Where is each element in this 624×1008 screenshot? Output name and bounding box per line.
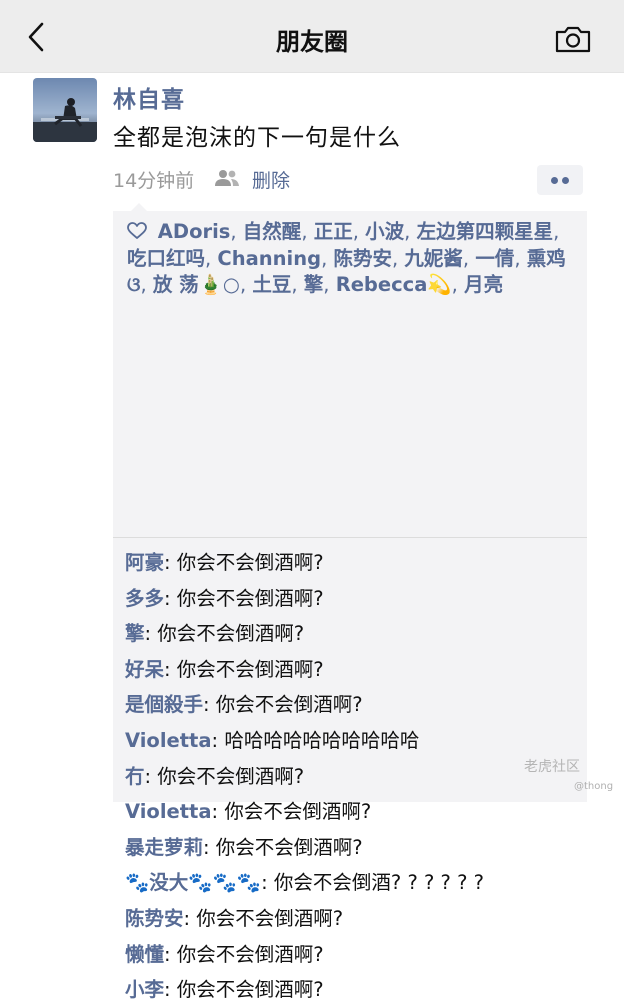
- like-user-name[interactable]: 正正: [314, 220, 353, 243]
- comment-item[interactable]: 🐾没大🐾🐾🐾: 你会不会倒酒? ? ? ? ? ?: [125, 865, 581, 901]
- comment-author[interactable]: 多多: [125, 587, 164, 610]
- comment-item[interactable]: 是個殺手: 你会不会倒酒啊?: [125, 687, 581, 723]
- comment-text: : 你会不会倒酒啊?: [144, 764, 305, 788]
- like-user-name[interactable]: 土豆: [252, 273, 291, 296]
- comment-author[interactable]: 懒懂: [125, 943, 164, 966]
- comment-item[interactable]: 冇: 你会不会倒酒啊?: [125, 759, 581, 795]
- like-separator: ,: [352, 220, 366, 243]
- comment-text: : 你会不会倒酒啊?: [183, 906, 344, 930]
- comment-text: : 你会不会倒酒啊?: [211, 800, 372, 824]
- like-user-name[interactable]: 放 荡🎍○: [153, 273, 240, 296]
- post-timestamp: 14分钟前: [113, 170, 195, 192]
- watermark-brand: 老虎社区: [524, 759, 580, 775]
- like-separator: ,: [301, 220, 314, 243]
- avatar[interactable]: [33, 78, 97, 142]
- like-separator: ,: [323, 273, 336, 296]
- comment-item[interactable]: Violetta: 哈哈哈哈哈哈哈哈哈哈: [125, 723, 581, 759]
- comment-text: : 你会不会倒酒啊?: [144, 622, 305, 646]
- more-dots-icon: [562, 177, 569, 184]
- comment-text: : 你会不会倒酒? ? ? ? ? ?: [261, 871, 484, 895]
- like-user-name[interactable]: 陈势安: [333, 247, 392, 270]
- more-actions-button[interactable]: [537, 165, 583, 195]
- comment-text: : 你会不会倒酒啊?: [203, 693, 363, 717]
- like-separator: ,: [553, 220, 560, 243]
- watermark-handle: @thong: [574, 781, 614, 792]
- page-title: 朋友圈: [276, 28, 348, 56]
- like-user-name[interactable]: 一倩: [475, 247, 514, 270]
- comment-text: : 你会不会倒酒啊?: [203, 835, 363, 859]
- post-text: 全都是泡沫的下一句是什么: [113, 125, 401, 151]
- comment-text: : 你会不会倒酒啊?: [164, 978, 324, 1002]
- comment-author[interactable]: Violetta: [125, 800, 212, 823]
- like-user-name[interactable]: 月亮: [464, 273, 503, 296]
- comment-text: : 你会不会倒酒啊?: [164, 657, 324, 681]
- comment-item[interactable]: 陈势安: 你会不会倒酒啊?: [125, 901, 581, 937]
- camera-icon: [555, 26, 591, 53]
- comment-item[interactable]: 小李: 你会不会倒酒啊?: [125, 972, 581, 1008]
- comment-author[interactable]: 🐾没大🐾🐾🐾: [125, 871, 261, 894]
- comment-item[interactable]: 多多: 你会不会倒酒啊?: [125, 581, 581, 617]
- comment-author[interactable]: 暴走萝莉: [125, 836, 203, 859]
- like-separator: ,: [451, 273, 465, 296]
- top-nav-bar: 朋友圈: [0, 0, 624, 73]
- comment-item[interactable]: 擎: 你会不会倒酒啊?: [125, 616, 581, 652]
- like-separator: ,: [205, 246, 218, 270]
- like-user-name[interactable]: 擎: [304, 273, 324, 296]
- post-author-name[interactable]: 林自喜: [113, 80, 185, 114]
- like-separator: ,: [321, 246, 334, 270]
- likes-divider: [113, 537, 587, 538]
- likes-list: ADoris, 自然醒, 正正, 小波, 左边第四颗星星, 吃口红吗, Chan…: [127, 219, 579, 299]
- like-separator: ,: [140, 273, 153, 296]
- avatar-photo: [33, 78, 97, 142]
- comment-author[interactable]: 阿豪: [125, 551, 164, 574]
- like-separator: ,: [514, 246, 527, 270]
- comment-author[interactable]: Violetta: [125, 729, 212, 752]
- like-separator: ,: [404, 220, 417, 243]
- comment-author[interactable]: 陈势安: [125, 907, 184, 930]
- like-separator: ,: [392, 246, 405, 270]
- comment-item[interactable]: 暴走萝莉: 你会不会倒酒啊?: [125, 830, 581, 866]
- like-user-name[interactable]: 自然醒: [243, 220, 302, 243]
- like-user-name[interactable]: Channing: [217, 247, 321, 270]
- comment-item[interactable]: Violetta: 你会不会倒酒啊?: [125, 794, 581, 830]
- like-separator: ,: [291, 273, 304, 296]
- like-user-name[interactable]: 吃口红吗: [127, 247, 205, 270]
- likes-comments-panel: ADoris, 自然醒, 正正, 小波, 左边第四颗星星, 吃口红吗, Chan…: [113, 203, 587, 1001]
- like-separator: ,: [462, 246, 476, 270]
- comments-list: 阿豪: 你会不会倒酒啊? 多多: 你会不会倒酒啊? 擎: 你会不会倒酒啊? 好呆: 你…: [125, 545, 581, 1008]
- like-user-name[interactable]: Rebecca💫: [336, 273, 452, 296]
- comment-item[interactable]: 懒懂: 你会不会倒酒啊?: [125, 937, 581, 973]
- comment-text: : 你会不会倒酒啊?: [164, 551, 324, 574]
- like-user-name[interactable]: 九妮酱: [404, 247, 463, 270]
- like-separator: ,: [239, 273, 253, 296]
- friends-icon: [214, 168, 240, 188]
- comment-author[interactable]: 是個殺手: [125, 693, 203, 716]
- camera-button[interactable]: [554, 24, 592, 54]
- like-user-name[interactable]: 小波: [365, 220, 404, 243]
- like-user-name[interactable]: 左边第四颗星星: [417, 220, 554, 243]
- comment-text: : 你会不会倒酒啊?: [164, 586, 324, 610]
- like-separator: ,: [230, 220, 243, 243]
- comment-item[interactable]: 好呆: 你会不会倒酒啊?: [125, 652, 581, 688]
- comment-author[interactable]: 冇: [125, 765, 145, 788]
- more-dots-icon: [551, 177, 558, 184]
- comment-author[interactable]: 擎: [125, 622, 145, 645]
- comment-author[interactable]: 小李: [125, 978, 164, 1001]
- like-user-name[interactable]: ADoris: [158, 220, 231, 243]
- comment-item[interactable]: 阿豪: 你会不会倒酒啊?: [125, 545, 581, 581]
- delete-link[interactable]: 删除: [252, 166, 290, 193]
- heart-outline-icon: [127, 222, 147, 239]
- comment-text: : 哈哈哈哈哈哈哈哈哈哈: [211, 728, 420, 752]
- comment-text: : 你会不会倒酒啊?: [164, 942, 324, 966]
- comment-author[interactable]: 好呆: [125, 658, 164, 681]
